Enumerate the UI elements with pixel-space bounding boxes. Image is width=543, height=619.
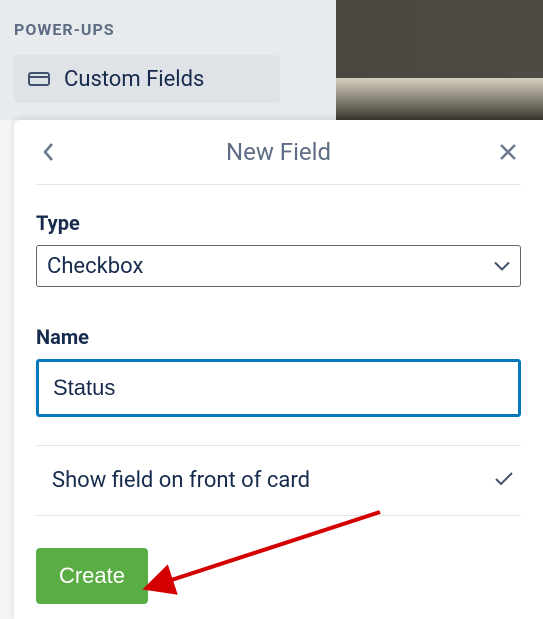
- modal-header: New Field: [36, 138, 521, 185]
- back-button[interactable]: [36, 139, 62, 165]
- type-label: Type: [36, 211, 521, 235]
- name-input[interactable]: [36, 359, 521, 417]
- board-bg-bottom: [336, 78, 543, 120]
- board-bg-top: [336, 0, 543, 78]
- name-label: Name: [36, 325, 521, 349]
- card-icon: [28, 67, 50, 92]
- type-select[interactable]: Checkbox: [36, 245, 521, 287]
- show-on-front-toggle[interactable]: Show field on front of card: [36, 445, 521, 516]
- powerups-heading: POWER-UPS: [14, 20, 115, 39]
- show-on-front-label: Show field on front of card: [36, 468, 310, 493]
- create-button[interactable]: Create: [36, 548, 148, 604]
- check-icon: [493, 470, 521, 492]
- modal-title: New Field: [226, 138, 331, 166]
- sidebar-item-label: Custom Fields: [64, 67, 204, 92]
- new-field-modal: New Field Type Checkbox Name Show field …: [14, 120, 543, 619]
- type-select-value: Checkbox: [47, 254, 143, 279]
- sidebar-item-custom-fields[interactable]: Custom Fields: [14, 55, 280, 103]
- close-button[interactable]: [495, 139, 521, 165]
